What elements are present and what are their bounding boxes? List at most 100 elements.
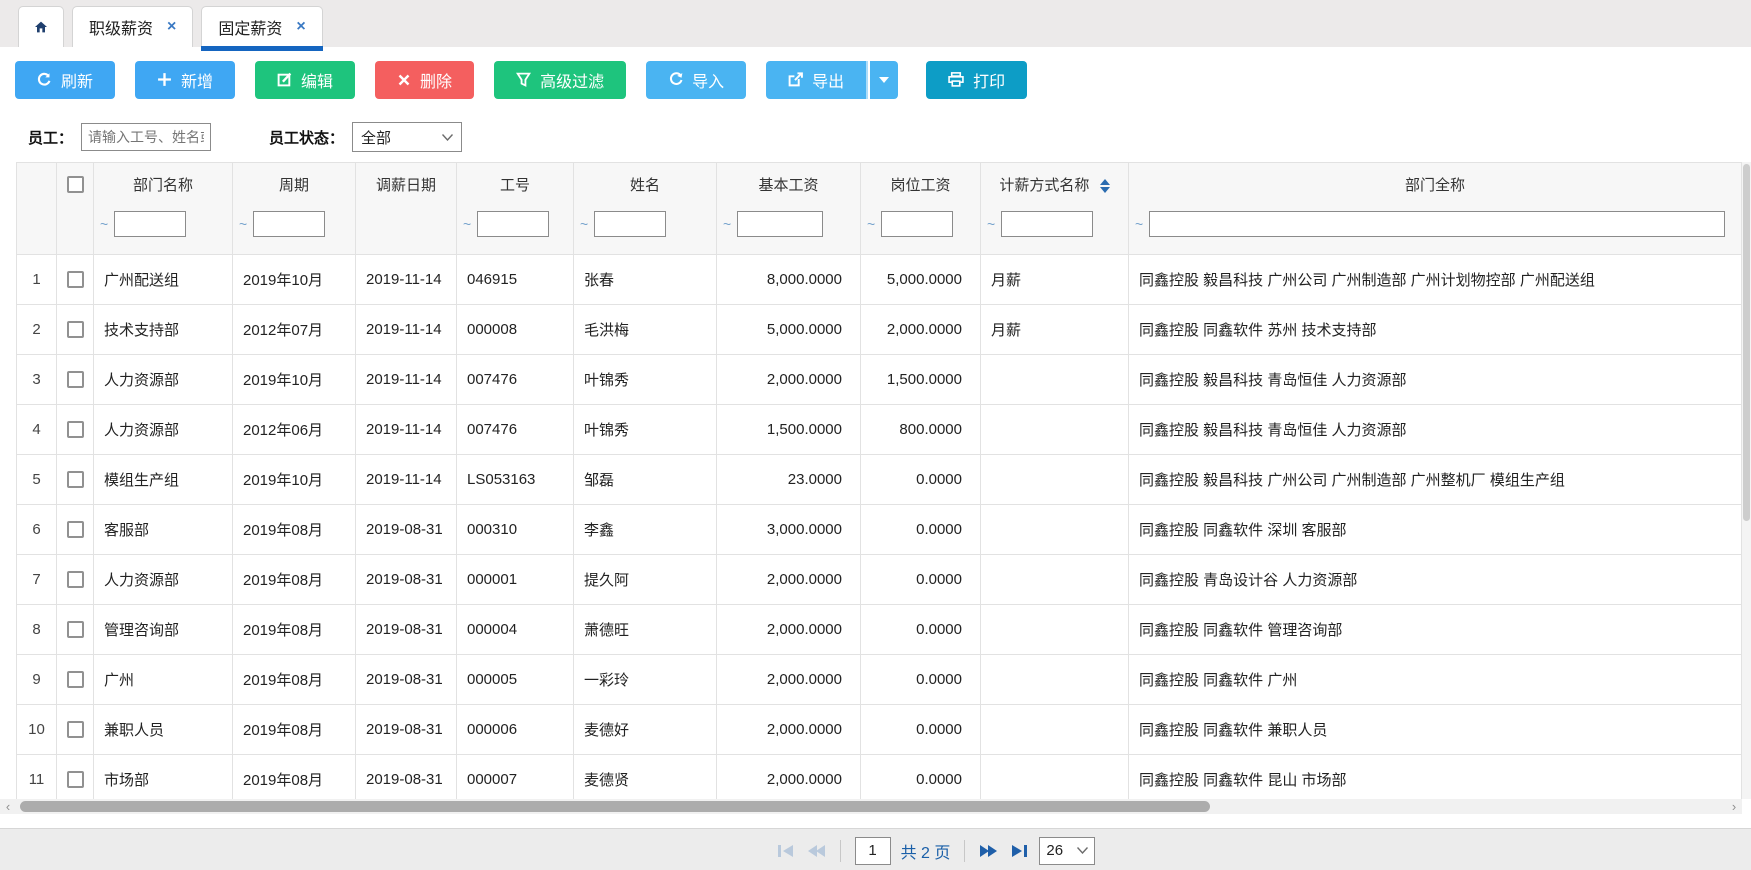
row-checkbox[interactable]: [67, 621, 84, 638]
row-checkbox[interactable]: [67, 471, 84, 488]
cell-period: 2019年10月: [233, 255, 356, 305]
employee-search-input[interactable]: [81, 123, 211, 151]
cell-emp-id: 007476: [457, 405, 574, 455]
edit-label: 编辑: [301, 68, 333, 92]
tab-close-icon[interactable]: ×: [167, 18, 176, 36]
row-number: 3: [17, 355, 57, 405]
table-row[interactable]: 5 模组生产组 2019年10月 2019-11-14 LS053163 邹磊 …: [17, 455, 1742, 505]
filter-input-base-salary[interactable]: [737, 211, 823, 237]
prev-page-button[interactable]: [806, 843, 826, 859]
row-number: 9: [17, 655, 57, 705]
filter-input-pay-method[interactable]: [1001, 211, 1093, 237]
row-checkbox[interactable]: [67, 521, 84, 538]
import-button[interactable]: 导入: [646, 61, 746, 99]
cell-post-salary: 0.0000: [861, 505, 981, 555]
header-pay-method[interactable]: 计薪方式名称: [981, 163, 1129, 206]
row-checkbox[interactable]: [67, 571, 84, 588]
filter-input-post-salary[interactable]: [881, 211, 953, 237]
add-button[interactable]: 新增: [135, 61, 235, 99]
table-row[interactable]: 4 人力资源部 2012年06月 2019-11-14 007476 叶锦秀 1…: [17, 405, 1742, 455]
row-checkbox[interactable]: [67, 671, 84, 688]
tilde: ~: [723, 216, 731, 232]
header-date[interactable]: 调薪日期: [356, 163, 457, 206]
cell-date: 2019-11-14: [356, 355, 457, 405]
row-checkbox[interactable]: [67, 721, 84, 738]
last-page-button[interactable]: [1009, 843, 1029, 859]
filter-input-name[interactable]: [594, 211, 666, 237]
pager: 共 2 页 26: [0, 828, 1751, 870]
employee-status-select[interactable]: 全部: [352, 122, 462, 152]
sort-icon[interactable]: [1100, 179, 1110, 193]
table-row[interactable]: 3 人力资源部 2019年10月 2019-11-14 007476 叶锦秀 2…: [17, 355, 1742, 405]
table-row[interactable]: 7 人力资源部 2019年08月 2019-08-31 000001 提久阿 2…: [17, 555, 1742, 605]
cell-base-salary: 8,000.0000: [717, 255, 861, 305]
cell-date: 2019-11-14: [356, 255, 457, 305]
vertical-scrollbar-thumb[interactable]: [1743, 164, 1750, 521]
tab-guding-xinzi[interactable]: 固定薪资 ×: [201, 6, 322, 47]
cell-date: 2019-08-31: [356, 505, 457, 555]
horizontal-scrollbar-thumb[interactable]: [20, 801, 1210, 812]
table-row[interactable]: 10 兼职人员 2019年08月 2019-08-31 000006 麦德好 2…: [17, 705, 1742, 755]
scroll-left-arrow[interactable]: ‹: [0, 799, 16, 814]
caret-down-icon: [879, 77, 889, 83]
row-checkbox[interactable]: [67, 271, 84, 288]
scroll-right-arrow[interactable]: ›: [1726, 799, 1742, 814]
cell-period: 2019年10月: [233, 455, 356, 505]
header-emp-id[interactable]: 工号: [457, 163, 574, 206]
header-checkbox-cell: [57, 163, 94, 206]
select-all-checkbox[interactable]: [67, 176, 84, 193]
filter-input-period[interactable]: [253, 211, 325, 237]
tilde: ~: [100, 216, 108, 232]
tab-close-icon[interactable]: ×: [296, 18, 305, 36]
delete-label: 删除: [420, 68, 452, 92]
cell-dept: 技术支持部: [94, 305, 233, 355]
salary-table: 部门名称 周期 调薪日期 工号 姓名 基本工资 岗位工资 计薪方式名称 部门全称…: [16, 162, 1742, 805]
export-dropdown-button[interactable]: [870, 61, 898, 99]
header-dept[interactable]: 部门名称: [94, 163, 233, 206]
filter-date-empty: [356, 206, 457, 255]
row-checkbox[interactable]: [67, 371, 84, 388]
row-checkbox[interactable]: [67, 421, 84, 438]
export-button[interactable]: 导出: [766, 61, 868, 99]
vertical-scrollbar[interactable]: [1742, 162, 1751, 799]
delete-button[interactable]: 删除: [375, 61, 474, 99]
first-page-button[interactable]: [776, 843, 796, 859]
row-checkbox[interactable]: [67, 321, 84, 338]
header-post-salary[interactable]: 岗位工资: [861, 163, 981, 206]
tab-zhiji-xinzi[interactable]: 职级薪资 ×: [72, 6, 193, 47]
row-number: 2: [17, 305, 57, 355]
page-number-input[interactable]: [855, 837, 891, 865]
refresh-button[interactable]: 刷新: [15, 61, 115, 99]
cell-period: 2012年07月: [233, 305, 356, 355]
horizontal-scrollbar[interactable]: ‹ ›: [0, 799, 1742, 814]
refresh-label: 刷新: [61, 68, 93, 92]
tab-bar: 职级薪资 × 固定薪资 ×: [0, 0, 1751, 47]
row-checkbox[interactable]: [67, 771, 84, 788]
advanced-filter-button[interactable]: 高级过滤: [494, 61, 626, 99]
page-size-select[interactable]: 26: [1039, 837, 1095, 865]
header-full-dept[interactable]: 部门全称: [1129, 163, 1742, 206]
filter-input-dept[interactable]: [114, 211, 186, 237]
cell-base-salary: 1,500.0000: [717, 405, 861, 455]
header-base-salary[interactable]: 基本工资: [717, 163, 861, 206]
add-label: 新增: [181, 68, 213, 92]
table-row[interactable]: 2 技术支持部 2012年07月 2019-11-14 000008 毛洪梅 5…: [17, 305, 1742, 355]
horizontal-scrollbar-track[interactable]: [16, 799, 1726, 814]
header-name[interactable]: 姓名: [574, 163, 717, 206]
table-row[interactable]: 8 管理咨询部 2019年08月 2019-08-31 000004 萧德旺 2…: [17, 605, 1742, 655]
print-button[interactable]: 打印: [926, 61, 1027, 99]
cell-pay-method: [981, 755, 1129, 805]
table-row[interactable]: 11 市场部 2019年08月 2019-08-31 000007 麦德贤 2,…: [17, 755, 1742, 805]
edit-button[interactable]: 编辑: [255, 61, 355, 99]
header-period[interactable]: 周期: [233, 163, 356, 206]
filter-input-emp-id[interactable]: [477, 211, 549, 237]
table-row[interactable]: 9 广州 2019年08月 2019-08-31 000005 一彩玲 2,00…: [17, 655, 1742, 705]
employee-status-value: 全部: [361, 127, 391, 148]
filter-input-full-dept[interactable]: [1149, 211, 1725, 237]
table-row[interactable]: 1 广州配送组 2019年10月 2019-11-14 046915 张春 8,…: [17, 255, 1742, 305]
cell-period: 2019年08月: [233, 505, 356, 555]
tab-home[interactable]: [18, 6, 64, 47]
export-icon: [788, 72, 803, 87]
table-row[interactable]: 6 客服部 2019年08月 2019-08-31 000310 李鑫 3,00…: [17, 505, 1742, 555]
next-page-button[interactable]: [979, 843, 999, 859]
